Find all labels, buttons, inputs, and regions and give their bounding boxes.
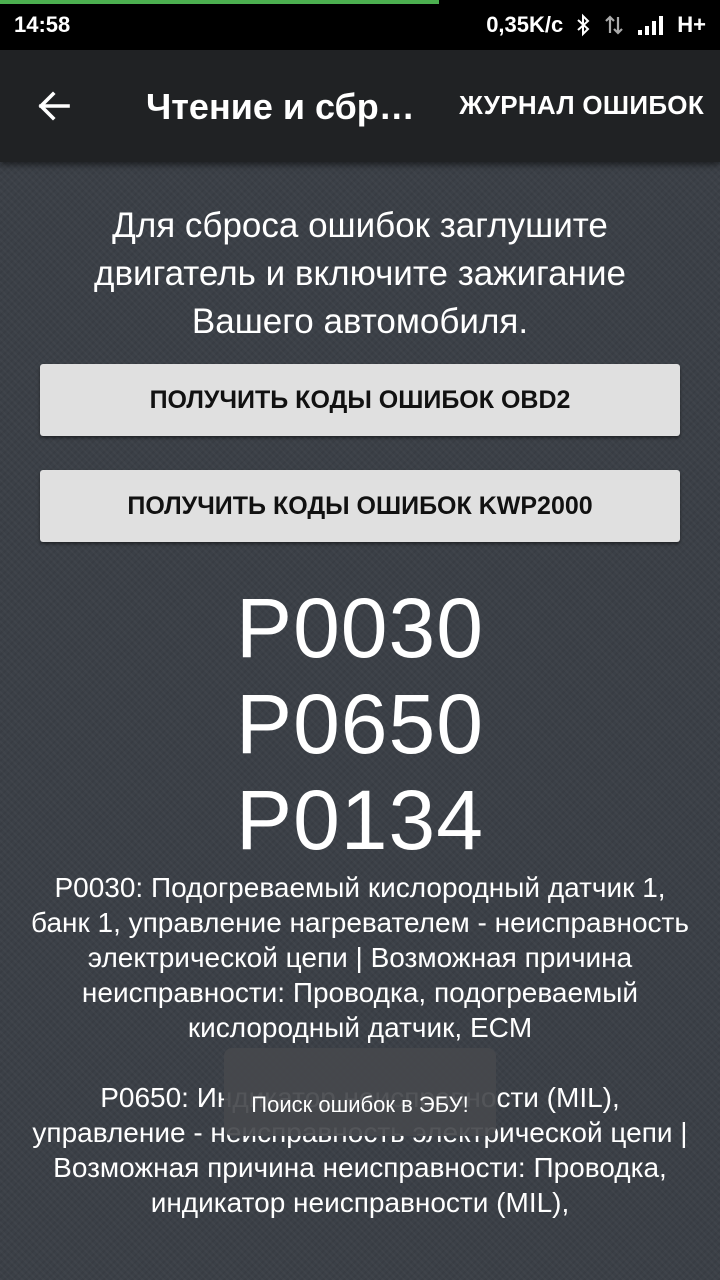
network-speed: 0,35K/c xyxy=(486,12,564,37)
error-log-button[interactable]: ЖУРНАЛ ОШИБОК xyxy=(459,90,704,121)
progress-line xyxy=(0,0,439,4)
network-type: H+ xyxy=(677,12,706,37)
signal-icon xyxy=(637,14,665,36)
error-codes: P0030 P0650 P0134 xyxy=(0,580,720,868)
data-transfer-icon xyxy=(603,13,625,37)
get-obd2-codes-button[interactable]: ПОЛУЧИТЬ КОДЫ ОШИБОК OBD2 xyxy=(40,364,680,436)
toast-message: Поиск ошибок в ЭБУ! xyxy=(224,1048,496,1136)
error-code: P0650 xyxy=(236,677,484,771)
screen: 14:58 0,35K/c H+ Чтение и сброс ЖУРНАЛ О… xyxy=(0,0,720,1280)
page-title: Чтение и сброс ошибок xyxy=(146,86,426,127)
instruction-text: Для сброса ошибок заглушите двигатель и … xyxy=(94,206,626,341)
status-bar: 14:58 0,35K/c H+ xyxy=(0,0,720,50)
status-time: 14:58 xyxy=(14,12,71,37)
bluetooth-icon xyxy=(575,13,591,37)
get-kwp2000-codes-button[interactable]: ПОЛУЧИТЬ КОДЫ ОШИБОК KWP2000 xyxy=(40,470,680,542)
status-indicators: 0,35K/c H+ xyxy=(486,12,706,38)
error-code: P0030 xyxy=(236,581,484,675)
arrow-back-icon xyxy=(38,91,70,121)
back-button[interactable] xyxy=(26,78,82,134)
error-code: P0134 xyxy=(236,773,484,867)
error-description: P0030: Подогреваемый кислородный датчик … xyxy=(31,872,689,1043)
app-bar: Чтение и сброс ошибок ЖУРНАЛ ОШИБОК xyxy=(0,50,720,162)
